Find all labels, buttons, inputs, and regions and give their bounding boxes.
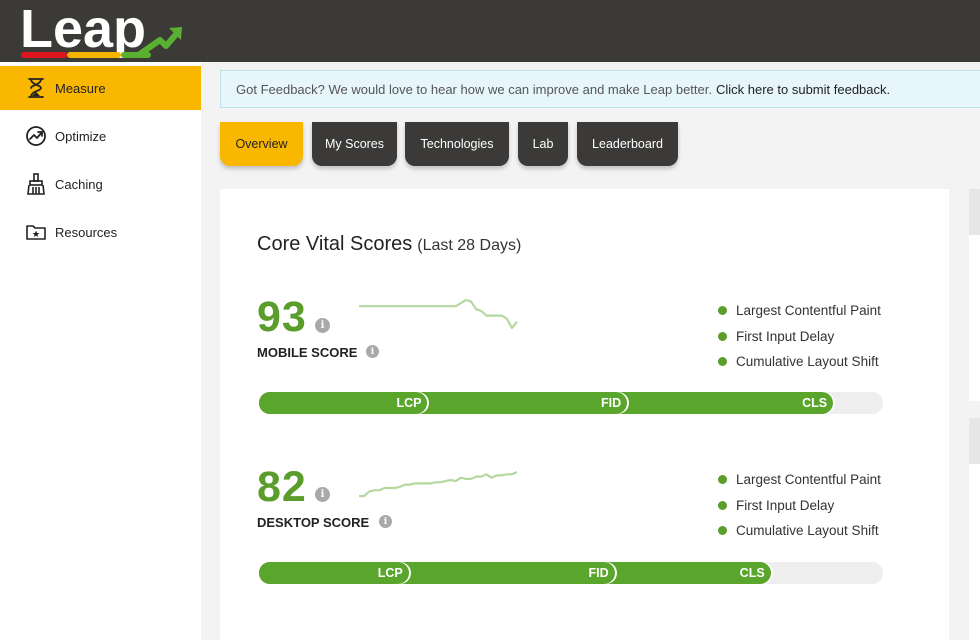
sidebar: Measure Optimize Caching Resources xyxy=(0,62,201,640)
legend-item: First Input Delay xyxy=(718,498,834,513)
broom-icon xyxy=(27,173,45,195)
legend-label: Largest Contentful Paint xyxy=(736,303,881,318)
legend-item: First Input Delay xyxy=(718,329,834,344)
tab-technologies[interactable]: Technologies xyxy=(405,122,509,166)
info-icon[interactable]: i xyxy=(379,515,392,528)
status-dot-icon xyxy=(718,475,727,484)
info-icon[interactable]: i xyxy=(315,318,330,333)
sidebar-item-label: Optimize xyxy=(55,128,107,144)
leap-logo[interactable]: Leap xyxy=(18,0,188,62)
trend-arrow-icon xyxy=(138,27,182,57)
status-dot-icon xyxy=(718,526,727,535)
mobile-score-label: MOBILE SCORE xyxy=(257,345,358,360)
logo-text: Leap xyxy=(20,0,147,59)
folder-star-icon xyxy=(26,225,46,240)
status-dot-icon xyxy=(718,501,727,510)
card-title-text: Core Vital Scores xyxy=(257,233,413,255)
next-card-body xyxy=(969,464,980,640)
legend-label: Largest Contentful Paint xyxy=(736,472,881,487)
feedback-banner: Got Feedback? We would love to hear how … xyxy=(220,70,980,108)
desktop-score-label: DESKTOP SCORE xyxy=(257,515,370,530)
next-card-header xyxy=(969,418,980,464)
legend-label: First Input Delay xyxy=(736,498,835,513)
top-bar: Leap xyxy=(0,0,980,62)
next-card-header xyxy=(969,189,980,235)
status-dot-icon xyxy=(718,357,727,366)
legend-label: Cumulative Layout Shift xyxy=(736,523,879,538)
card-subtitle: (Last 28 Days) xyxy=(417,237,522,254)
trend-up-icon xyxy=(26,126,46,146)
sidebar-item-resources[interactable]: Resources xyxy=(0,210,201,254)
info-icon[interactable]: i xyxy=(315,487,330,502)
tab-overview[interactable]: Overview xyxy=(220,122,303,166)
lcp-segment: LCP xyxy=(259,562,409,584)
legend-item: Largest Contentful Paint xyxy=(718,472,881,487)
lcp-segment: LCP xyxy=(259,392,428,414)
trend-line xyxy=(359,470,518,498)
status-dot-icon xyxy=(718,332,727,341)
card-title: Core Vital Scores (Last 28 Days) xyxy=(257,233,521,256)
logo-underline-yellow xyxy=(67,52,121,58)
core-vitals-card: Core Vital Scores (Last 28 Days) 93 i MOB… xyxy=(220,189,949,640)
trend-line xyxy=(359,298,518,330)
desktop-trend-sparkline xyxy=(359,470,518,498)
sidebar-item-label: Measure xyxy=(55,80,106,96)
desktop-score-value: 82 xyxy=(257,463,307,511)
logo-underline-red xyxy=(21,52,67,58)
legend-item: Largest Contentful Paint xyxy=(718,303,881,318)
tab-lab[interactable]: Lab xyxy=(518,122,568,166)
legend-label: Cumulative Layout Shift xyxy=(736,354,879,369)
sidebar-item-label: Caching xyxy=(55,176,103,192)
legend-item: Cumulative Layout Shift xyxy=(718,354,879,369)
mobile-trend-sparkline xyxy=(359,298,518,330)
sidebar-item-measure[interactable]: Measure xyxy=(0,66,201,110)
sidebar-item-label: Resources xyxy=(55,224,118,240)
feedback-text: Got Feedback? We would love to hear how … xyxy=(236,81,712,97)
info-icon[interactable]: i xyxy=(366,345,379,358)
mobile-vitals-bar: CLS FID LCP xyxy=(259,392,883,414)
legend-item: Cumulative Layout Shift xyxy=(718,523,879,538)
hourglass-icon xyxy=(28,78,44,98)
sidebar-item-caching[interactable]: Caching xyxy=(0,162,201,206)
desktop-vitals-bar: CLS FID LCP xyxy=(259,562,883,584)
tab-leaderboard[interactable]: Leaderboard xyxy=(577,122,678,166)
feedback-link[interactable]: Click here to submit feedback. xyxy=(716,82,890,97)
next-card-body xyxy=(969,235,980,401)
mobile-score-value: 93 xyxy=(257,293,307,341)
status-dot-icon xyxy=(718,306,727,315)
sidebar-item-optimize[interactable]: Optimize xyxy=(0,114,201,158)
tab-my-scores[interactable]: My Scores xyxy=(312,122,397,166)
legend-label: First Input Delay xyxy=(736,329,835,344)
